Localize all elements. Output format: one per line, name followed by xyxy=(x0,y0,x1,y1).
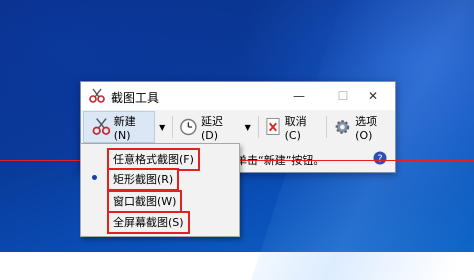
menu-item-rectangular-snip[interactable]: 矩形截图(R) xyxy=(107,168,180,191)
menu-item-label: 任意格式截图(F) xyxy=(113,153,194,166)
options-button[interactable]: 选项(O) xyxy=(330,113,395,142)
new-mode-dropdown[interactable]: ▼ xyxy=(159,123,165,132)
delay-button[interactable]: 延迟(D) xyxy=(176,113,240,142)
toolbar: 新建(N) ▼ 延迟(D) ▼ 取消(C) 选项(O) xyxy=(81,110,395,144)
menu-item-window-snip[interactable]: 窗口截图(W) xyxy=(107,190,183,213)
menu-item-label: 矩形截图(R) xyxy=(113,173,174,186)
delay-dropdown[interactable]: ▼ xyxy=(245,123,251,132)
delay-button-label: 延迟(D) xyxy=(201,114,223,142)
cancel-button-label: 取消(C) xyxy=(284,114,307,142)
snip-mode-menu: 任意格式截图(F) 矩形截图(R) 窗口截图(W) 全屏幕截图(S) xyxy=(80,143,240,237)
toolbar-separator xyxy=(257,116,259,138)
options-button-label: 选项(O) xyxy=(355,114,378,142)
new-button-label: 新建(N) xyxy=(113,114,136,142)
help-icon[interactable]: ? xyxy=(373,151,387,165)
clock-icon xyxy=(180,118,197,136)
menu-item-label: 全屏幕截图(S) xyxy=(113,216,184,229)
title-bar[interactable]: 截图工具 — ☐ ✕ xyxy=(81,82,395,110)
scissors-icon xyxy=(92,118,111,135)
menu-item-label: 窗口截图(W) xyxy=(113,195,177,208)
cancel-icon xyxy=(266,118,280,135)
selected-indicator-icon xyxy=(92,175,97,180)
toolbar-separator xyxy=(326,116,328,138)
menu-item-fullscreen-snip[interactable]: 全屏幕截图(S) xyxy=(107,211,190,234)
svg-text:?: ? xyxy=(377,154,382,165)
toolbar-separator xyxy=(172,116,174,138)
minimize-button[interactable]: — xyxy=(277,82,321,110)
window-title: 截图工具 xyxy=(111,91,160,105)
gear-icon xyxy=(336,120,350,134)
close-button[interactable]: ✕ xyxy=(351,82,395,110)
cancel-button[interactable]: 取消(C) xyxy=(262,113,324,142)
scissors-icon xyxy=(89,88,105,103)
new-button[interactable]: 新建(N) xyxy=(83,111,156,143)
